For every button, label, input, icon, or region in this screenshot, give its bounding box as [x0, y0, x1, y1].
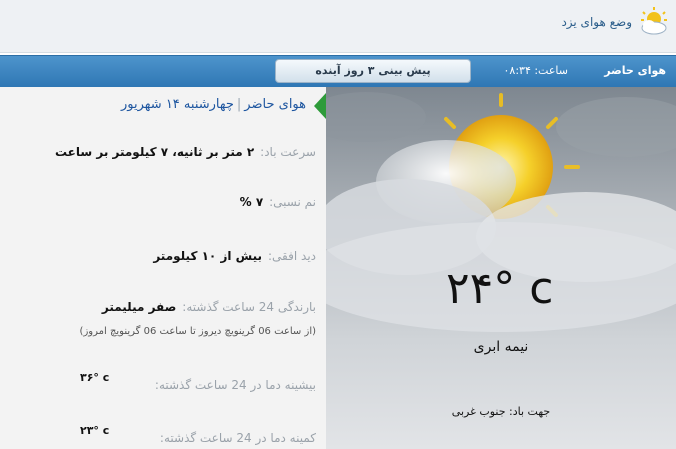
min-temp-row: کمینه دما در 24 ساعت گذشته: — [160, 431, 316, 445]
max-temp-label: بیشینه دما در 24 ساعت گذشته: — [154, 378, 316, 392]
top-header: وضع هوای یزد — [0, 0, 676, 53]
humidity-row: نم نسبی: ۷ % — [240, 195, 316, 209]
visibility-row: دید افقی: بیش از ۱۰ کیلومتر — [153, 249, 316, 263]
arrow-marker-icon — [314, 93, 326, 119]
date-label: چهارشنبه ۱۴ شهریور — [121, 97, 234, 112]
min-temp-label: کمینه دما در 24 ساعت گذشته: — [159, 431, 316, 445]
precipitation-note: (از ساعت 06 گرینویچ دیروز تا ساعت 06 گری… — [79, 326, 316, 337]
visibility-label: دید افقی: — [268, 249, 316, 263]
wind-speed-value: ۲ متر بر ثانیه، ۷ کیلومتر بر ساعت — [54, 145, 255, 159]
section-title: هوای حاضر — [244, 97, 306, 112]
tab-bar: هوای حاضر ساعت: ۰۸:۳۴ پیش بینی ۳ روز آین… — [0, 55, 676, 87]
humidity-value: ۷ % — [239, 195, 264, 209]
forecast-3day-button[interactable]: پیش بینی ۳ روز آینده — [275, 59, 471, 83]
min-temp-value: ۲۳° c — [80, 424, 110, 437]
max-temp-value: ۳۶° c — [80, 371, 110, 384]
precipitation-row: بارندگی 24 ساعت گذشته: صفر میلیمتر — [102, 300, 316, 314]
visibility-value: بیش از ۱۰ کیلومتر — [153, 249, 263, 263]
details-panel: هوای حاضر|چهارشنبه ۱۴ شهریور سرعت باد: ۲ … — [0, 87, 326, 449]
max-temp-row: بیشینه دما در 24 ساعت گذشته: — [155, 378, 316, 392]
title-divider: | — [236, 97, 242, 112]
tab-current-weather[interactable]: هوای حاضر — [604, 64, 666, 77]
app-title: وضع هوای یزد — [561, 15, 632, 29]
current-time: ساعت: ۰۸:۳۴ — [503, 64, 568, 77]
current-weather-panel: ۲۴° c نیمه ابری جهت باد: جنوب غربی — [326, 87, 676, 449]
wind-speed-row: سرعت باد: ۲ متر بر ثانیه، ۷ کیلومتر بر سا… — [55, 145, 316, 159]
wind-speed-label: سرعت باد: — [260, 145, 316, 159]
sun-cloud-icon — [641, 7, 667, 35]
humidity-label: نم نسبی: — [269, 195, 316, 209]
wind-direction: جهت باد: جنوب غربی — [451, 405, 551, 418]
precipitation-label: بارندگی 24 ساعت گذشته: — [182, 300, 316, 314]
current-temperature: ۲۴° c — [446, 263, 555, 314]
precipitation-value: صفر میلیمتر — [101, 300, 177, 314]
details-title: هوای حاضر|چهارشنبه ۱۴ شهریور — [121, 97, 306, 112]
weather-condition: نیمه ابری — [473, 339, 529, 355]
